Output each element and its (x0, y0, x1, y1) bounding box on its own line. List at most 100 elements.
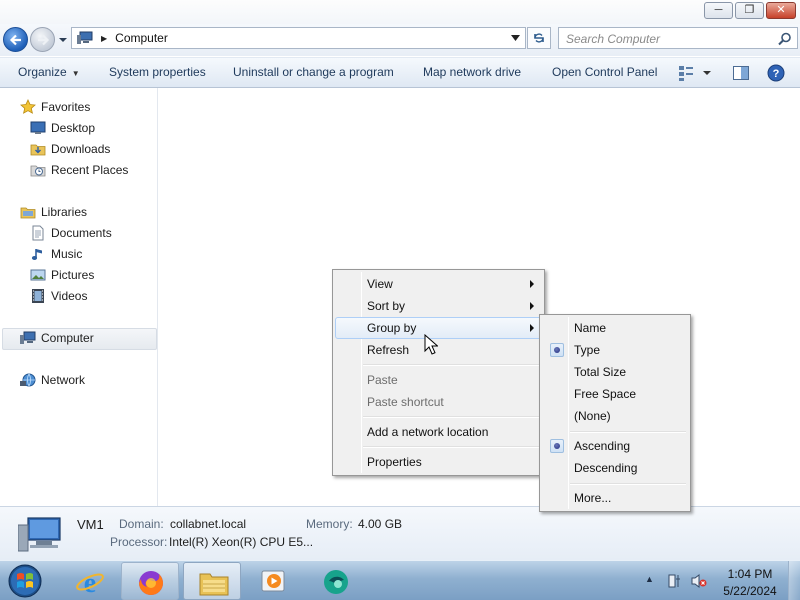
taskbar-windows-explorer[interactable] (183, 562, 241, 600)
nav-item-desktop[interactable]: Desktop (30, 118, 95, 138)
address-history-dropdown-icon[interactable] (511, 35, 520, 41)
organize-button[interactable]: Organize ▼ (18, 65, 80, 79)
search-icon[interactable] (778, 32, 792, 46)
pictures-icon (30, 269, 46, 281)
nav-item-downloads[interactable]: Downloads (30, 139, 110, 159)
forward-button[interactable] (30, 27, 55, 52)
refresh-button[interactable] (527, 27, 551, 49)
menu-separator (570, 431, 686, 433)
group-by-none-label: (None) (574, 409, 611, 423)
memory-label: Memory: (306, 517, 353, 531)
taskbar: e ▲ 1:04 PM 5/22/2024 (0, 560, 800, 600)
window-controls: ─ ❐ ✕ (704, 2, 796, 19)
map-network-drive-button[interactable]: Map network drive (423, 65, 521, 79)
nav-label-computer: Computer (41, 331, 94, 345)
preview-pane-button[interactable] (732, 64, 750, 85)
nav-item-computer[interactable]: Computer (20, 328, 94, 348)
desktop-icon (30, 121, 46, 134)
menu-item-add-network-location[interactable]: Add a network location (335, 421, 542, 443)
menu-label-paste-shortcut: Paste shortcut (367, 395, 444, 409)
menu-item-group-by[interactable]: Group by (335, 317, 542, 339)
documents-icon (32, 225, 44, 241)
submenu-arrow-icon (530, 324, 534, 332)
menu-item-refresh[interactable]: Refresh (335, 339, 542, 361)
sort-descending[interactable]: Descending (542, 457, 688, 479)
menu-item-properties[interactable]: Properties (335, 451, 542, 473)
nav-item-pictures[interactable]: Pictures (30, 265, 94, 285)
nav-item-documents[interactable]: Documents (30, 223, 112, 243)
svg-text:?: ? (773, 68, 780, 80)
show-desktop-button[interactable] (788, 561, 800, 600)
address-bar[interactable]: ▶ Computer (71, 27, 526, 49)
taskbar-media-player[interactable] (245, 562, 303, 600)
menu-label-paste: Paste (367, 373, 398, 387)
nav-item-favorites[interactable]: Favorites (20, 97, 90, 117)
group-by-name[interactable]: Name (542, 317, 688, 339)
group-by-total-size[interactable]: Total Size (542, 361, 688, 383)
menu-separator (363, 364, 540, 366)
domain-label: Domain: (119, 517, 164, 531)
nav-item-videos[interactable]: Videos (30, 286, 87, 306)
group-by-total-size-label: Total Size (574, 365, 627, 379)
nav-label-documents: Documents (51, 226, 112, 240)
taskbar-internet-explorer[interactable]: e (61, 562, 119, 600)
search-box[interactable] (558, 27, 798, 49)
sort-ascending[interactable]: Ascending (542, 435, 688, 457)
group-by-more[interactable]: More... (542, 487, 688, 509)
search-input[interactable] (566, 31, 776, 46)
mouse-cursor-icon (424, 334, 438, 355)
system-clock[interactable]: 1:04 PM 5/22/2024 (710, 566, 790, 600)
nav-label-downloads: Downloads (51, 142, 111, 156)
menu-item-paste-shortcut: Paste shortcut (335, 391, 542, 413)
recent-places-icon (30, 165, 46, 177)
group-by-more-label: More... (574, 491, 612, 505)
system-properties-button[interactable]: System properties (109, 65, 206, 79)
start-button[interactable] (5, 563, 45, 599)
volume-muted-icon[interactable] (691, 573, 707, 589)
organize-label: Organize (18, 65, 67, 79)
menu-label-refresh: Refresh (367, 343, 410, 357)
show-hidden-icons-button[interactable]: ▲ (645, 574, 654, 584)
menu-label-group-by: Group by (367, 321, 417, 335)
breadcrumb-chevron-icon[interactable]: ▶ (101, 34, 107, 43)
sort-ascending-label: Ascending (574, 439, 631, 453)
nav-label-network: Network (41, 373, 86, 387)
breadcrumb-computer[interactable]: Computer (115, 31, 168, 45)
uninstall-program-button[interactable]: Uninstall or change a program (233, 65, 394, 79)
nav-label-music: Music (51, 247, 83, 261)
nav-item-music[interactable]: Music (30, 244, 82, 264)
nav-item-libraries[interactable]: Libraries (20, 202, 87, 222)
close-button[interactable]: ✕ (766, 2, 796, 19)
nav-item-network[interactable]: Network (20, 370, 85, 390)
group-by-none[interactable]: (None) (542, 405, 688, 427)
close-icon: ✕ (776, 4, 786, 16)
menu-item-paste: Paste (335, 369, 542, 391)
computer-icon (20, 331, 36, 344)
videos-icon (32, 289, 44, 303)
nav-item-recent-places[interactable]: Recent Places (30, 160, 128, 180)
radio-selected-icon (550, 439, 564, 453)
menu-separator (363, 446, 540, 448)
taskbar-app[interactable] (307, 562, 365, 600)
minimize-button[interactable]: ─ (704, 2, 733, 19)
group-by-type-label: Type (574, 343, 601, 357)
menu-item-view[interactable]: View (335, 273, 542, 295)
help-button[interactable]: ? (767, 64, 785, 85)
nav-label-videos: Videos (51, 289, 88, 303)
processor-value: Intel(R) Xeon(R) CPU E5... (169, 535, 314, 549)
back-button[interactable] (3, 27, 28, 52)
taskbar-firefox[interactable] (121, 562, 179, 600)
group-by-type[interactable]: Type (542, 339, 688, 361)
open-control-panel-button[interactable]: Open Control Panel (552, 65, 657, 79)
action-center-icon[interactable] (666, 573, 682, 589)
menu-item-sort-by[interactable]: Sort by (335, 295, 542, 317)
group-by-free-space[interactable]: Free Space (542, 383, 688, 405)
maximize-button[interactable]: ❐ (735, 2, 764, 19)
network-icon (20, 373, 36, 387)
recent-pages-dropdown[interactable] (58, 36, 68, 44)
svg-text:e: e (84, 568, 96, 597)
change-view-button[interactable] (678, 64, 712, 85)
help-icon: ? (767, 64, 785, 82)
clock-date: 5/22/2024 (723, 584, 777, 598)
nav-label-favorites: Favorites (41, 100, 91, 114)
